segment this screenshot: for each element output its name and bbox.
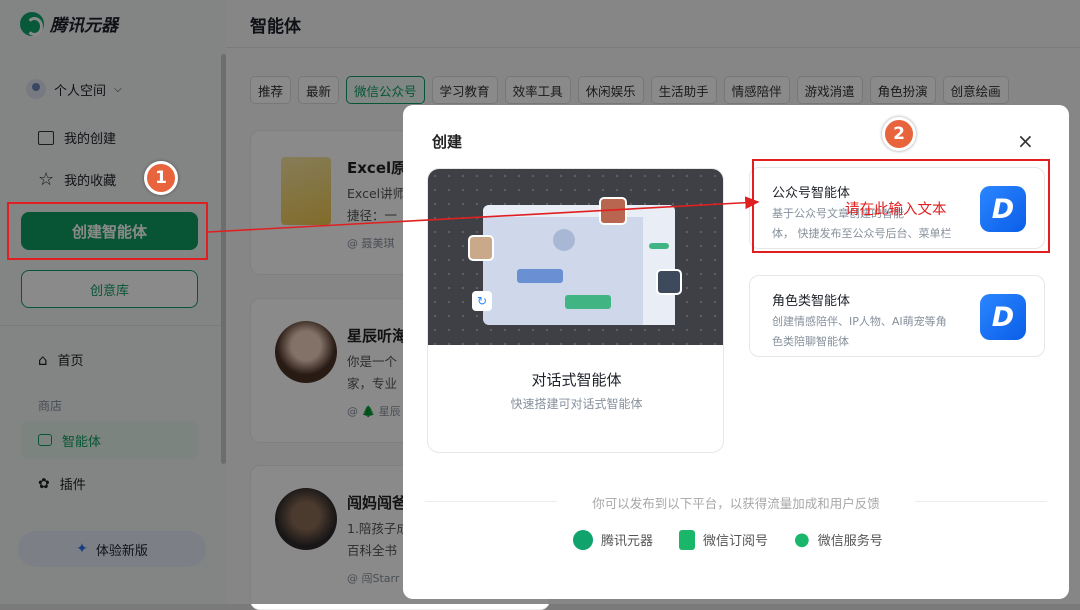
app-window: 腾讯元器 个人空间 ⌵ 我的创建 ☆ 我的收藏 创建智能体 创意库 ⌂ 首页 商…: [0, 0, 1080, 610]
annotation-arrow: [207, 196, 760, 233]
